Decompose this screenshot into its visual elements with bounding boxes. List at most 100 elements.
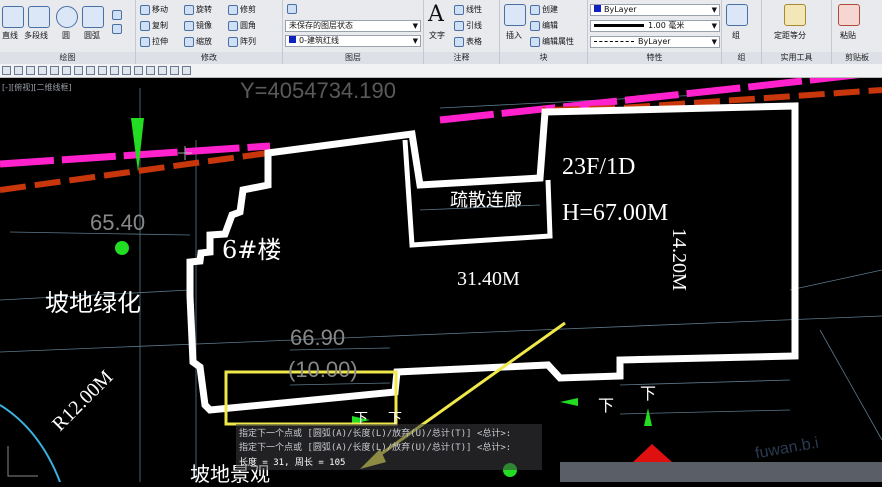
- rotate-tool[interactable]: 旋转: [184, 4, 212, 15]
- group-label[interactable]: 组: [732, 30, 740, 41]
- hatch-icon[interactable]: [112, 24, 122, 34]
- rotate-label: 旋转: [196, 5, 212, 14]
- toolbar-icon-14[interactable]: [158, 66, 167, 75]
- create-block-tool[interactable]: 创建: [530, 4, 558, 15]
- command-result-line: 长度 = 31, 周长 = 105: [239, 458, 346, 468]
- stretch-tool[interactable]: 拉伸: [140, 36, 168, 47]
- paste-label[interactable]: 粘贴: [840, 30, 856, 41]
- edit-attributes-label: 编辑属性: [542, 37, 574, 46]
- chevron-down-icon: ▼: [412, 37, 418, 45]
- linetype-dropdown[interactable]: ByLayer ▼: [590, 36, 720, 48]
- copy-icon: [140, 20, 150, 31]
- toolbar-icon-3[interactable]: [26, 66, 35, 75]
- move-label: 移动: [152, 5, 168, 14]
- circle-tool-icon[interactable]: [56, 6, 78, 28]
- viewport-label[interactable]: [-][俯视][二维线框]: [2, 82, 72, 93]
- block-panel-title[interactable]: 块: [500, 52, 587, 64]
- drawing-canvas[interactable]: [0, 78, 882, 482]
- scale-label: 缩放: [196, 37, 212, 46]
- lineweight-dropdown[interactable]: 1.00 毫米 ▼: [590, 20, 720, 32]
- line-tool-label[interactable]: 直线: [2, 30, 18, 41]
- building-name-label: 6#楼: [222, 236, 282, 264]
- group-icon[interactable]: [726, 4, 748, 26]
- utilities-panel-title[interactable]: 实用工具: [762, 52, 831, 64]
- toolbar-icon-16[interactable]: [182, 66, 191, 75]
- text-tool-icon[interactable]: A: [428, 2, 444, 27]
- table-tool[interactable]: 表格: [454, 36, 482, 47]
- array-tool[interactable]: 阵列: [228, 36, 256, 47]
- paste-icon[interactable]: [838, 4, 860, 26]
- linetype-value: ByLayer: [638, 37, 671, 46]
- measure-icon[interactable]: [784, 4, 806, 26]
- slope-green-label: 坡地绿化: [45, 289, 141, 317]
- arc-tool-label[interactable]: 圆弧: [84, 30, 100, 41]
- toolbar-icon-10[interactable]: [110, 66, 119, 75]
- toolbar-icon-9[interactable]: [98, 66, 107, 75]
- fillet-tool[interactable]: 圆角: [228, 20, 256, 31]
- modify-panel: 移动 旋转 修剪 复制 镜像 圆角 拉伸 缩放 阵列 修改: [136, 0, 283, 64]
- color-dropdown[interactable]: ByLayer ▼: [590, 4, 720, 16]
- layers-panel-title[interactable]: 图层: [283, 52, 423, 64]
- linetype-preview: [594, 41, 634, 42]
- draw-more-icon[interactable]: [112, 10, 122, 20]
- copy-tool[interactable]: 复制: [140, 20, 168, 31]
- toolbar-icon-7[interactable]: [74, 66, 83, 75]
- toolbar-icon-11[interactable]: [122, 66, 131, 75]
- modify-panel-title[interactable]: 修改: [136, 52, 282, 64]
- elevation-label: 66.90: [290, 325, 346, 350]
- edit-attributes-icon: [530, 36, 540, 47]
- measure-label[interactable]: 定距等分: [774, 30, 806, 41]
- circle-tool-label[interactable]: 圆: [62, 30, 70, 41]
- layer-toolbar: [0, 64, 882, 78]
- toolbar-icon-8[interactable]: [86, 66, 95, 75]
- draw-panel-title[interactable]: 绘图: [0, 52, 135, 64]
- north-arrow-marker: [131, 118, 144, 172]
- current-layer-dropdown[interactable]: 0-建筑红线 ▼: [285, 35, 421, 47]
- line-tool-icon[interactable]: [2, 6, 24, 28]
- toolbar-icon-13[interactable]: [146, 66, 155, 75]
- move-tool[interactable]: 移动: [140, 4, 168, 15]
- trim-tool[interactable]: 修剪: [228, 4, 256, 15]
- command-line-window[interactable]: 指定下一个点或 [圆弧(A)/长度(L)/放弃(U)/总计(T)] <总计>: …: [236, 424, 542, 470]
- layer-properties-icon[interactable]: [287, 4, 297, 14]
- toolbar-icon-12[interactable]: [134, 66, 143, 75]
- polyline-tool-icon[interactable]: [28, 6, 50, 28]
- lineweight-value: 1.00 毫米: [648, 21, 685, 30]
- polyline-tool-label[interactable]: 多段线: [24, 30, 48, 41]
- edit-attributes-tool[interactable]: 编辑属性: [530, 36, 574, 47]
- mirror-tool[interactable]: 镜像: [184, 20, 212, 31]
- arc-tool-icon[interactable]: [82, 6, 104, 28]
- elevation-label: 65.40: [90, 210, 146, 235]
- layers-panel: 未保存的图层状态 ▼ 0-建筑红线 ▼ 图层: [283, 0, 424, 64]
- insert-block-label[interactable]: 插入: [506, 30, 522, 41]
- groups-panel-title[interactable]: 组: [722, 52, 761, 64]
- annotation-panel-title[interactable]: 注释: [424, 52, 499, 64]
- chevron-down-icon: ▼: [711, 22, 717, 30]
- ribbon: 直线 多段线 圆 圆弧 绘图 移动 旋转 修剪 复制 镜像 圆角 拉伸 缩放 阵…: [0, 0, 882, 64]
- layer-state-dropdown[interactable]: 未保存的图层状态 ▼: [285, 20, 421, 32]
- leader-label: 引线: [466, 21, 482, 30]
- insert-block-icon[interactable]: [504, 4, 526, 26]
- lineweight-preview: [594, 24, 644, 27]
- toolbar-icon-4[interactable]: [38, 66, 47, 75]
- site-line: [819, 329, 882, 441]
- create-block-label: 创建: [542, 5, 558, 14]
- color-swatch: [594, 5, 601, 12]
- scale-tool[interactable]: 缩放: [184, 36, 212, 47]
- leader-tool[interactable]: 引线: [454, 20, 482, 31]
- edit-block-label: 编辑: [542, 21, 558, 30]
- linear-dim-tool[interactable]: 线性: [454, 4, 482, 15]
- properties-panel-title[interactable]: 特性: [588, 52, 721, 64]
- text-tool-label[interactable]: 文字: [429, 30, 445, 41]
- toolbar-icon-15[interactable]: [170, 66, 179, 75]
- toolbar-icon-5[interactable]: [50, 66, 59, 75]
- toolbar-icon-6[interactable]: [62, 66, 71, 75]
- groups-panel: 组 组: [722, 0, 762, 64]
- clipboard-panel-title[interactable]: 剪贴板: [832, 52, 882, 64]
- clipboard-panel: 粘贴 剪贴板: [832, 0, 882, 64]
- create-block-icon: [530, 4, 540, 15]
- toolbar-icon-1[interactable]: [2, 66, 11, 75]
- depth-dimension-label: 14.20M: [668, 228, 690, 291]
- toolbar-icon-2[interactable]: [14, 66, 23, 75]
- edit-block-tool[interactable]: 编辑: [530, 20, 558, 31]
